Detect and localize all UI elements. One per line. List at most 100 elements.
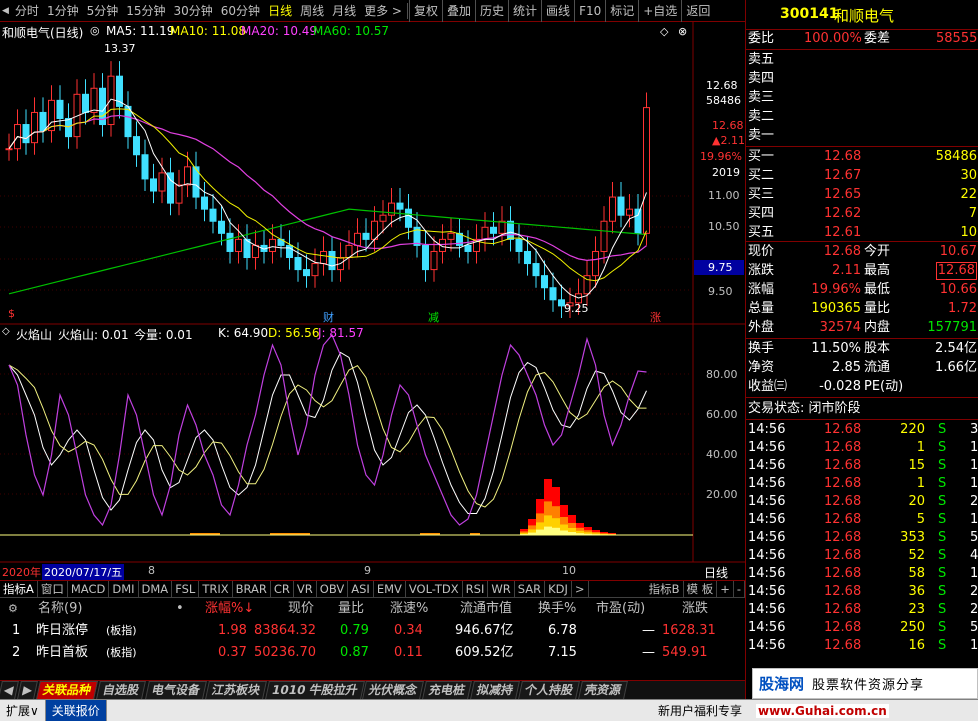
bottom-tab-5[interactable]: 光伏概念 <box>362 681 425 699</box>
buy-level-4[interactable]: 买四 12.62 7 <box>746 205 978 223</box>
toolbar-btn-0[interactable]: 复权 <box>408 0 442 22</box>
tab-nav-right-icon[interactable]: ▶ <box>17 681 39 699</box>
table-settings-icon[interactable]: ⚙ <box>8 598 18 619</box>
bottom-tab-3[interactable]: 江苏板块 <box>204 681 267 699</box>
axis-period[interactable]: 日线 <box>704 564 728 581</box>
tick-row: 14:56 12.68 250 S 5 <box>746 619 978 637</box>
col-price[interactable]: 现价 <box>288 598 314 619</box>
sell-level-1[interactable]: 卖一 <box>746 127 978 145</box>
period-0[interactable]: 分时 <box>11 0 43 22</box>
indicator-right-0[interactable]: 指标B <box>646 581 684 597</box>
indicator-tab-13[interactable]: VOL-TDX <box>406 581 463 597</box>
indicator-tab-3[interactable]: DMI <box>109 581 139 597</box>
stock-code: 300141 <box>780 6 839 22</box>
cell-price: 50236.70 <box>254 645 317 660</box>
ma-circle-icon[interactable]: ◎ <box>90 24 100 37</box>
col-volratio[interactable]: 量比 <box>338 598 364 619</box>
indicator-tab-11[interactable]: ASI <box>348 581 374 597</box>
period-6[interactable]: 日线 <box>264 0 296 22</box>
period-3[interactable]: 15分钟 <box>122 0 169 22</box>
sell-level-3[interactable]: 卖三 <box>746 89 978 107</box>
toolbar-btn-8[interactable]: 返回 <box>681 0 714 22</box>
indicator-tab-10[interactable]: OBV <box>317 581 349 597</box>
sub-title: 火焰山 <box>16 328 53 342</box>
period-1[interactable]: 1分钟 <box>43 0 83 22</box>
stat2-row: 净资 2.85 流通 1.66亿 <box>746 359 978 377</box>
stat-row: 涨跌 2.11 最高 12.68 <box>746 262 978 280</box>
period-4[interactable]: 30分钟 <box>170 0 217 22</box>
buy-level-2[interactable]: 买二 12.67 30 <box>746 167 978 185</box>
sell-level-4[interactable]: 卖四 <box>746 70 978 88</box>
indicator-tab-7[interactable]: BRAR <box>233 581 271 597</box>
indicator-tab-2[interactable]: MACD <box>68 581 110 597</box>
period-8[interactable]: 月线 <box>328 0 360 22</box>
bottom-tab-6[interactable]: 充电桩 <box>422 681 473 699</box>
col-diff[interactable]: 涨跌 <box>682 598 708 619</box>
bottom-tab-8[interactable]: 个人持股 <box>518 681 581 699</box>
period-9[interactable]: 更多 > <box>360 0 406 22</box>
bottom-tab-2[interactable]: 电气设备 <box>144 681 207 699</box>
tab-nav-left-icon[interactable]: ◀ <box>0 681 20 699</box>
toolbar-btn-6[interactable]: 标记 <box>605 0 638 22</box>
indicator-tab-8[interactable]: CR <box>271 581 294 597</box>
bottom-tab-4[interactable]: 1010 牛股拉升 <box>264 681 365 699</box>
kline-chart[interactable] <box>0 22 745 590</box>
table-row[interactable]: 2 昨日首板 (板指) 0.37 50236.70 0.87 0.11 609.52亿 7.15… <box>0 642 745 663</box>
period-button[interactable]: ◀ <box>0 0 11 22</box>
indicator-right-1[interactable]: 模 板 <box>684 581 718 597</box>
indicator-tab-6[interactable]: TRIX <box>199 581 233 597</box>
indicator-tab-17[interactable]: KDJ <box>545 581 572 597</box>
bottom-tab-0[interactable]: 关联品种 <box>36 681 99 699</box>
col-name[interactable]: 名称(9) <box>38 598 82 619</box>
settings-icon[interactable]: ◇ <box>660 25 668 38</box>
candle-body <box>150 178 157 192</box>
period-2[interactable]: 5分钟 <box>83 0 123 22</box>
toolbar-btn-5[interactable]: F10 <box>574 0 605 22</box>
toolbar-btn-7[interactable]: +自选 <box>638 0 681 22</box>
candle-body <box>201 196 208 210</box>
indicator-tab-16[interactable]: SAR <box>515 581 546 597</box>
col-change[interactable]: 涨幅%↓ <box>205 598 254 619</box>
indicator-right-2[interactable]: + <box>717 581 734 597</box>
toolbar-btn-1[interactable]: 叠加 <box>442 0 475 22</box>
indicator-tab-15[interactable]: WR <box>488 581 515 597</box>
bottom-tab-list: 关联品种 自选股 电气设备 江苏板块 1010 牛股拉升 光伏概念 充电桩 拟减持 个人持股 壳资… <box>36 681 629 699</box>
sell-level-5[interactable]: 卖五 <box>746 51 978 69</box>
sell-level-2[interactable]: 卖二 <box>746 108 978 126</box>
col-pe[interactable]: 市盈(动) <box>596 598 645 619</box>
candle-body <box>286 244 293 259</box>
tick-side: S <box>938 422 947 437</box>
status-expand[interactable]: 扩展∨ <box>0 699 46 721</box>
stat-label: 股本 <box>864 341 891 356</box>
ma60-label: MA60: 10.57 <box>313 24 390 38</box>
indicator-tab-5[interactable]: FSL <box>172 581 200 597</box>
indicator-tab-9[interactable]: VR <box>294 581 317 597</box>
col-mcap[interactable]: 流通市值 <box>460 598 512 619</box>
period-5[interactable]: 60分钟 <box>217 0 264 22</box>
indicator-right-3[interactable]: - <box>734 581 745 597</box>
sell-label: 卖一 <box>748 128 775 143</box>
col-speed[interactable]: 涨速% <box>390 598 428 619</box>
tick-count: 1 <box>970 638 978 653</box>
buy-level-3[interactable]: 买三 12.65 22 <box>746 186 978 204</box>
status-related-quote[interactable]: 关联报价 <box>45 699 107 721</box>
period-7[interactable]: 周线 <box>296 0 328 22</box>
col-turnover[interactable]: 换手% <box>538 598 576 619</box>
buy-level-1[interactable]: 买一 12.68 58486 <box>746 148 978 166</box>
toolbar-btn-2[interactable]: 历史 <box>475 0 508 22</box>
indicator-icon[interactable]: ◇ <box>2 326 10 337</box>
indicator-tab-4[interactable]: DMA <box>139 581 173 597</box>
toolbar-btn-4[interactable]: 画线 <box>541 0 574 22</box>
bottom-tab-7[interactable]: 拟减持 <box>470 681 521 699</box>
indicator-tab-12[interactable]: EMV <box>374 581 406 597</box>
indicator-tab-1[interactable]: 窗口 <box>38 581 68 597</box>
bottom-tab-9[interactable]: 壳资源 <box>578 681 629 699</box>
indicator-tab-18[interactable]: > <box>572 581 589 597</box>
close-icon[interactable]: ⊗ <box>678 25 687 38</box>
indicator-tab-0[interactable]: 指标A <box>0 581 38 597</box>
buy-level-5[interactable]: 买五 12.61 10 <box>746 224 978 242</box>
bottom-tab-1[interactable]: 自选股 <box>96 681 147 699</box>
indicator-tab-14[interactable]: RSI <box>463 581 489 597</box>
table-row[interactable]: 1 昨日涨停 (板指) 1.98 83864.32 0.79 0.34 946.67亿 6.78… <box>0 620 745 641</box>
toolbar-btn-3[interactable]: 统计 <box>508 0 541 22</box>
